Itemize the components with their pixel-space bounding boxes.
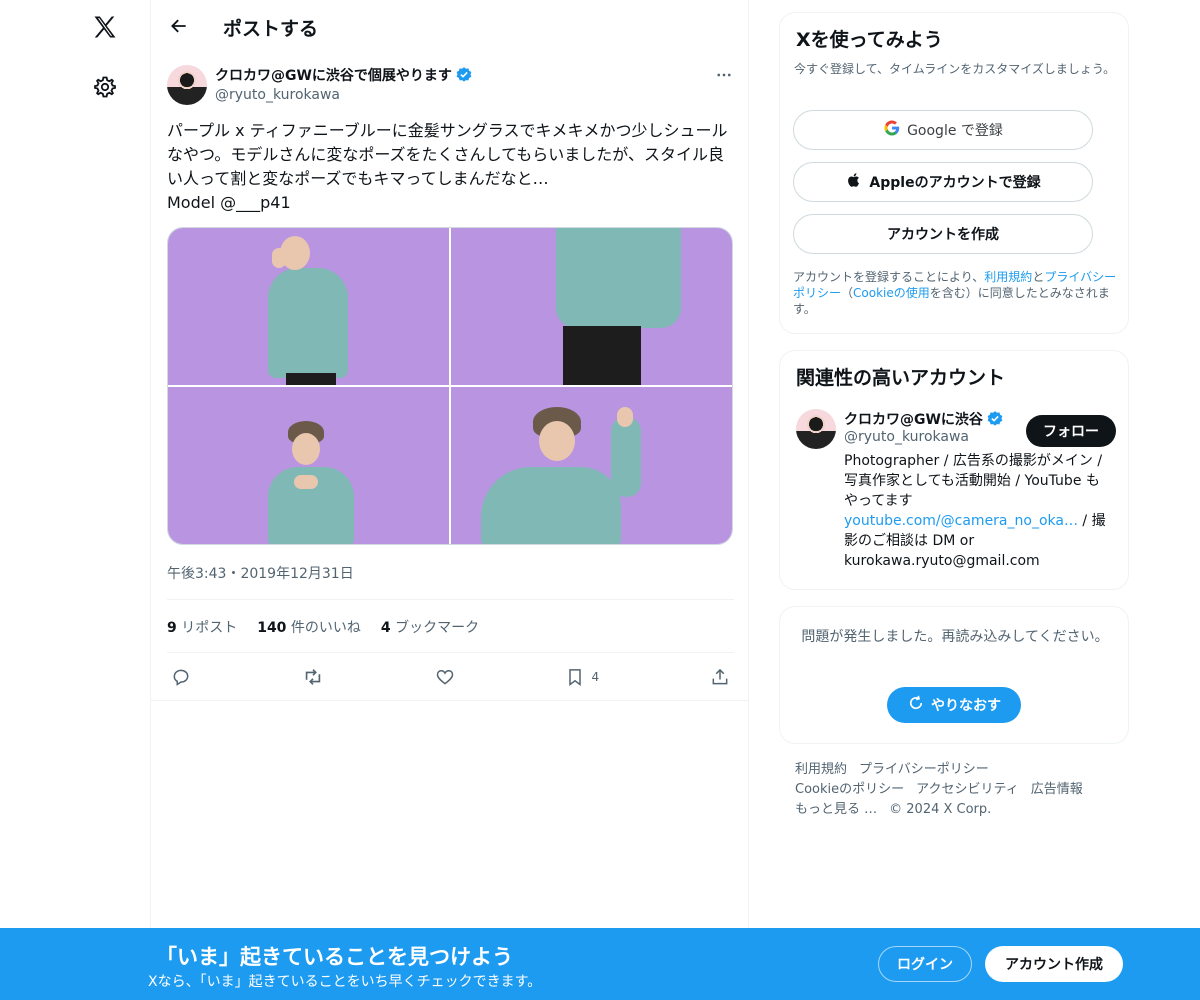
legal-open: （ bbox=[841, 286, 854, 300]
post-photo-4[interactable] bbox=[451, 387, 732, 544]
post-photo-2[interactable] bbox=[451, 228, 732, 385]
verified-badge-icon bbox=[986, 410, 1004, 428]
page-title: ポストする bbox=[223, 18, 319, 40]
author-handle[interactable]: @ryuto_kurokawa bbox=[215, 87, 340, 103]
apple-signup-button[interactable]: Appleのアカウントで登録 bbox=[793, 162, 1093, 202]
more-icon[interactable] bbox=[714, 65, 734, 85]
banner-subline: Xなら、「いま」起きていることをいち早くチェックできます。 bbox=[148, 974, 542, 990]
likes-count: 140 bbox=[257, 620, 287, 636]
footer-link-more[interactable]: もっと見る … bbox=[795, 802, 877, 817]
footer-link-cookie[interactable]: Cookieのポリシー bbox=[795, 782, 904, 797]
bio-youtube-link[interactable]: youtube.com/@camera_no_oka… bbox=[844, 513, 1078, 529]
reposts-count: 9 bbox=[167, 620, 177, 636]
related-account-body: クロカワ@GWに渋谷 @ryuto_kurokawa Photographer … bbox=[844, 409, 1116, 571]
related-title: 関連性の高いアカウント bbox=[796, 367, 1006, 389]
post-photo-1[interactable] bbox=[168, 228, 449, 385]
footer-copyright: © 2024 X Corp. bbox=[889, 802, 992, 817]
related-account[interactable]: クロカワ@GWに渋谷 @ryuto_kurokawa Photographer … bbox=[796, 409, 1116, 571]
divider bbox=[151, 700, 748, 701]
bookmarks-stat[interactable]: 4 ブックマーク bbox=[381, 617, 479, 637]
signup-subtitle: 今すぐ登録して、タイムラインをカスタマイズしましょう。 bbox=[794, 62, 1116, 76]
apple-signup-label: Appleのアカウントで登録 bbox=[869, 175, 1041, 191]
reply-icon[interactable] bbox=[171, 663, 191, 691]
footer-link-accessibility[interactable]: アクセシビリティ bbox=[916, 782, 1019, 797]
legal-prefix: アカウントを登録することにより、 bbox=[793, 270, 985, 284]
footer-link-ads[interactable]: 広告情報 bbox=[1031, 782, 1083, 797]
likes-stat[interactable]: 140 件のいいね bbox=[257, 617, 361, 637]
repost-icon[interactable] bbox=[302, 663, 324, 691]
error-card: 問題が発生しました。再読み込みしてください。 やりなおす bbox=[779, 606, 1129, 744]
top-bar: ポストする bbox=[151, 0, 748, 53]
retry-label: やりなおす bbox=[931, 698, 1001, 714]
signup-title: Xを使ってみよう bbox=[796, 29, 943, 51]
refresh-icon bbox=[907, 694, 925, 716]
post-actions: 4 bbox=[167, 663, 734, 691]
reposts-stat[interactable]: 9 リポスト bbox=[167, 617, 237, 637]
divider bbox=[167, 599, 734, 600]
signup-card: Xを使ってみよう 今すぐ登録して、タイムラインをカスタマイズしましょう。 Goo… bbox=[779, 12, 1129, 334]
like-icon[interactable] bbox=[435, 663, 455, 691]
legal-and: と bbox=[1032, 270, 1045, 284]
author-name[interactable]: クロカワ@GWに渋谷で個展やります bbox=[215, 65, 473, 85]
terms-link[interactable]: 利用規約 bbox=[984, 270, 1032, 284]
google-signup-label: Google で登録 bbox=[907, 123, 1003, 139]
google-signup-button[interactable]: Google で登録 bbox=[793, 110, 1093, 150]
settings-gear-icon[interactable] bbox=[88, 70, 122, 104]
signup-legal-text: アカウントを登録することにより、利用規約とプライバシーポリシー（Cookieの使… bbox=[793, 269, 1119, 317]
main-column: ポストする クロカワ@GWに渋谷で個展やります @ryuto_kurokawa … bbox=[150, 0, 749, 1000]
post-text: パープル x ティファニーブルーに金髪サングラスでキメキメかつ少しシュールなやつ… bbox=[167, 121, 728, 212]
post-timestamp[interactable]: 午後3:43・2019年12月31日 bbox=[167, 563, 354, 583]
share-icon[interactable] bbox=[710, 663, 730, 691]
verified-badge-icon bbox=[455, 66, 473, 84]
left-rail bbox=[0, 0, 150, 1000]
related-account-name-text[interactable]: クロカワ@GWに渋谷 bbox=[844, 409, 983, 429]
likes-label: 件のいいね bbox=[290, 620, 361, 636]
post-photo-3[interactable] bbox=[168, 387, 449, 544]
avatar[interactable] bbox=[796, 409, 836, 449]
author-name-text[interactable]: クロカワ@GWに渋谷で個展やります bbox=[215, 65, 452, 85]
bookmarks-count: 4 bbox=[380, 620, 391, 636]
post-stats: 9 リポスト 140 件のいいね 4 ブックマーク bbox=[167, 617, 479, 637]
cookie-link[interactable]: Cookieの使用 bbox=[853, 286, 930, 300]
back-arrow-icon[interactable] bbox=[163, 10, 195, 42]
related-account-bio: Photographer / 広告系の撮影がメイン / 写真作家としても活動開始… bbox=[844, 451, 1112, 571]
banner-headline: 「いま」起きていることを見つけよう bbox=[156, 945, 513, 969]
bio-text-1: Photographer / 広告系の撮影がメイン / 写真作家としても活動開始… bbox=[844, 453, 1103, 509]
footer-links: 利用規約 プライバシーポリシー Cookieのポリシー アクセシビリティ 広告情報 も… bbox=[795, 760, 1115, 820]
bookmark-icon[interactable]: 4 bbox=[565, 663, 599, 691]
error-message: 問題が発生しました。再読み込みしてください。 bbox=[801, 629, 1109, 645]
banner-signup-button[interactable]: アカウント作成 bbox=[985, 946, 1123, 982]
bookmark-count: 4 bbox=[591, 670, 600, 684]
footer-link-privacy[interactable]: プライバシーポリシー bbox=[859, 762, 989, 777]
post-media-grid[interactable] bbox=[167, 227, 733, 545]
avatar[interactable] bbox=[167, 65, 207, 105]
related-accounts-card: 関連性の高いアカウント クロカワ@GWに渋谷 @ryuto_kurokawa P… bbox=[779, 350, 1129, 590]
bookmarks-label: ブックマーク bbox=[395, 620, 480, 636]
reposts-label: リポスト bbox=[181, 620, 238, 636]
create-account-button[interactable]: アカウントを作成 bbox=[793, 214, 1093, 254]
google-icon bbox=[883, 119, 901, 141]
login-button[interactable]: ログイン bbox=[878, 946, 972, 982]
retry-button[interactable]: やりなおす bbox=[887, 687, 1021, 723]
apple-icon bbox=[845, 171, 863, 193]
divider bbox=[167, 652, 734, 653]
create-account-label: アカウントを作成 bbox=[887, 227, 999, 243]
x-logo-icon[interactable] bbox=[88, 10, 122, 44]
footer-link-terms[interactable]: 利用規約 bbox=[795, 762, 847, 777]
follow-button[interactable]: フォロー bbox=[1026, 415, 1116, 447]
